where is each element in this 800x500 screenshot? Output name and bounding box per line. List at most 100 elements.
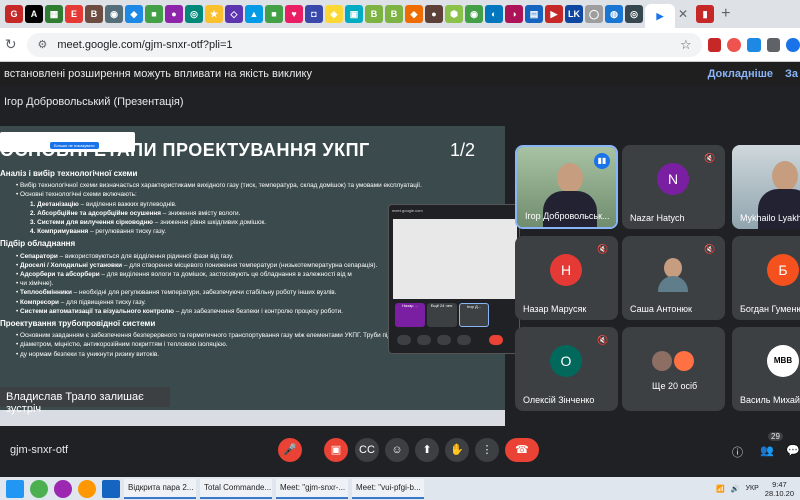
tab-favicon[interactable]: ★: [205, 5, 223, 23]
tab-favicon[interactable]: ▲: [245, 5, 263, 23]
mic-off-button[interactable]: 🎤: [278, 438, 302, 462]
tab-favicon[interactable]: ▶: [545, 5, 563, 23]
person-body: [658, 276, 688, 292]
bullet-text: – регулювання тиску газу.: [88, 228, 166, 236]
taskbar-item[interactable]: Meet: "gjm-snxr-...: [276, 478, 348, 499]
tab-favicon[interactable]: ◘: [305, 5, 323, 23]
popup-dismiss-button[interactable]: Більше не показувати: [50, 142, 99, 149]
person-body: [758, 189, 800, 229]
clock[interactable]: 9:47 28.10.20: [765, 480, 794, 498]
tab-favicon[interactable]: ◉: [105, 5, 123, 23]
tab-favicon[interactable]: ◑: [505, 5, 523, 23]
tab-favicon[interactable]: ▤: [525, 5, 543, 23]
participant-tile[interactable]: МВВ Василь Михайл: [732, 327, 800, 411]
tab-favicon[interactable]: ●: [165, 5, 183, 23]
bullet-text: Вибір технологічної схеми визначається х…: [20, 182, 422, 190]
viber-icon[interactable]: [54, 479, 72, 498]
end-call-button[interactable]: ☎: [505, 438, 539, 462]
mini-tile: Ещё 24 чел.: [427, 303, 457, 327]
participant-name: Василь Михайл: [740, 395, 800, 405]
participant-name: Ігор Добровольськ...: [525, 211, 610, 221]
extension-icon[interactable]: [707, 37, 722, 52]
omnibox[interactable]: ⚙ meet.google.com/gjm-snxr-otf?pli=1 ☆: [27, 32, 702, 57]
meeting-code: gjm-snxr-otf: [10, 444, 69, 456]
emoji-button[interactable]: ☺: [385, 438, 409, 462]
present-button[interactable]: ⬆: [415, 438, 439, 462]
tab-favicon[interactable]: ◆: [405, 5, 423, 23]
extension-popup: Більше не показувати: [0, 132, 135, 152]
taskbar-item[interactable]: Відкрита пара 2...: [124, 478, 196, 499]
reload-icon[interactable]: ↻: [0, 36, 21, 53]
address-bar-row: ↻ ⚙ meet.google.com/gjm-snxr-otf?pli=1 ☆: [0, 28, 800, 62]
camera-off-button[interactable]: ▣: [324, 438, 348, 462]
site-info-icon[interactable]: ⚙: [37, 38, 47, 51]
tab-favicon[interactable]: B: [365, 5, 383, 23]
tab-favicon[interactable]: ◆: [125, 5, 143, 23]
tab-favicon[interactable]: ▮: [696, 5, 715, 23]
bullet-term: Дроселі / Холодильні установки: [20, 261, 123, 269]
volume-icon[interactable]: 🔊: [731, 485, 740, 493]
details-link[interactable]: Докладніше: [708, 68, 773, 80]
tab-favicon[interactable]: LK: [565, 5, 583, 23]
new-tab-icon[interactable]: +: [721, 5, 730, 23]
close-tab-icon[interactable]: ✕: [678, 7, 688, 21]
chat-icon[interactable]: 💬: [786, 444, 800, 457]
tab-favicon[interactable]: B: [85, 5, 103, 23]
active-tab-meet-icon[interactable]: ▶: [645, 4, 675, 28]
people-icon[interactable]: 👥: [760, 444, 774, 457]
url-text[interactable]: meet.google.com/gjm-snxr-otf?pli=1: [57, 39, 232, 51]
tab-favicon[interactable]: ◐: [485, 5, 503, 23]
tab-favicon[interactable]: ●: [425, 5, 443, 23]
tab-favicon[interactable]: ◎: [185, 5, 203, 23]
word-icon[interactable]: [102, 479, 120, 498]
profile-avatar-icon[interactable]: [786, 37, 800, 52]
tab-favicon[interactable]: ◉: [465, 5, 483, 23]
tab-favicon[interactable]: ◍: [605, 5, 623, 23]
taskbar-item[interactable]: Meet: "vui-pfgi-b...: [352, 478, 424, 499]
tab-favicon[interactable]: ■: [145, 5, 163, 23]
participant-tile[interactable]: ▮▮ Ігор Добровольськ...: [515, 145, 618, 229]
language-indicator[interactable]: УКР: [746, 485, 759, 492]
clock-date: 28.10.20: [764, 488, 794, 498]
tab-favicon[interactable]: ▦: [45, 5, 63, 23]
tab-favicon[interactable]: ◇: [225, 5, 243, 23]
dismiss-link[interactable]: За: [785, 68, 798, 80]
tab-favicon[interactable]: ▣: [345, 5, 363, 23]
tab-favicon[interactable]: ■: [265, 5, 283, 23]
extensions-puzzle-icon[interactable]: [766, 37, 781, 52]
bookmark-star-icon[interactable]: ☆: [680, 37, 692, 53]
taskbar-item[interactable]: Total Commande...: [200, 478, 272, 499]
tab-favicon[interactable]: ◎: [625, 5, 643, 23]
tab-favicon[interactable]: G: [5, 5, 23, 23]
participant-avatar: О: [550, 345, 582, 377]
participant-tile[interactable]: Mykhailo Lyakh: [732, 145, 800, 229]
participant-name: Mykhailo Lyakh: [740, 213, 800, 223]
network-icon[interactable]: 📶: [716, 485, 725, 493]
tab-favicon[interactable]: E: [65, 5, 83, 23]
chrome-icon[interactable]: [30, 479, 48, 498]
windows-start-icon[interactable]: [6, 479, 24, 498]
tab-favicon[interactable]: B: [385, 5, 403, 23]
mini-tile: Ігор Д...: [459, 303, 489, 327]
participant-tile[interactable]: N 🔇 Nazar Hatych: [622, 145, 725, 229]
extension-icon[interactable]: [727, 37, 741, 52]
participant-tile[interactable]: Ще 20 осіб: [622, 327, 725, 411]
more-options-button[interactable]: ⋮: [475, 438, 499, 462]
slide-page-number: 1/2: [450, 140, 476, 160]
participant-tile[interactable]: 🔇 Саша Антонюк: [622, 236, 725, 320]
tab-favicon[interactable]: ⬢: [445, 5, 463, 23]
participant-tile[interactable]: О 🔇 Олексій Зінченко: [515, 327, 618, 411]
mini-window-screen: [393, 219, 517, 299]
raise-hand-button[interactable]: ✋: [445, 438, 469, 462]
participant-tile[interactable]: Б🔇Богдан Гуменю: [732, 236, 800, 320]
bullet-text: – необхідні для регулювання температури,…: [71, 289, 337, 297]
info-icon[interactable]: ⓘ: [732, 444, 743, 460]
tab-favicon[interactable]: ◈: [325, 5, 343, 23]
firefox-icon[interactable]: [78, 479, 96, 498]
tab-favicon[interactable]: ◯: [585, 5, 603, 23]
participant-tile[interactable]: Н 🔇 Назар Марусяк: [515, 236, 618, 320]
extension-icon[interactable]: [747, 37, 761, 52]
captions-button[interactable]: CC: [355, 438, 379, 462]
tab-favicon[interactable]: A: [25, 5, 43, 23]
tab-favicon[interactable]: ♥: [285, 5, 303, 23]
